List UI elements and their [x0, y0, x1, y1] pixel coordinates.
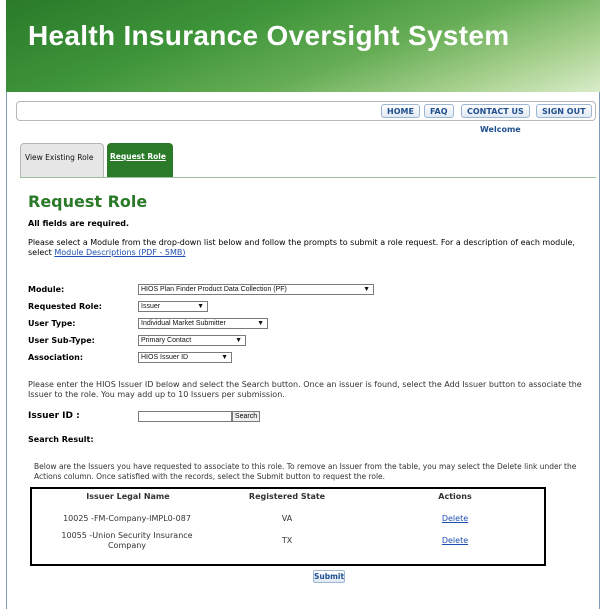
required-note: All fields are required.: [28, 219, 130, 228]
search-result-label: Search Result:: [28, 435, 94, 444]
user-sub-type-select[interactable]: Primary Contact ▼: [138, 335, 246, 346]
table-row-1-issuer-name: 10025 -FM-Company-IMPL0-087: [63, 514, 191, 523]
sign-out-button[interactable]: SIGN OUT: [536, 104, 592, 118]
association-label: Association:: [28, 353, 84, 362]
table-row-2-state: TX: [281, 536, 293, 545]
column-header-issuer-legal-name: Issuer Legal Name: [86, 492, 170, 501]
site-title: Health Insurance Oversight System: [28, 20, 510, 51]
submit-button[interactable]: Submit: [313, 570, 345, 583]
issuer-id-input[interactable]: [138, 411, 232, 422]
tab-request-role[interactable]: Request Role: [107, 143, 173, 177]
page-title: Request Role: [28, 192, 148, 211]
chevron-down-icon: ▼: [235, 337, 242, 344]
chevron-down-icon: ▼: [221, 354, 228, 361]
table-row-1-delete-link[interactable]: Delete: [425, 514, 485, 523]
contact-us-button[interactable]: CONTACT US: [461, 104, 530, 118]
user-type-select-value: Individual Market Submitter: [141, 320, 226, 327]
intro-text: Please select a Module from the drop-dow…: [28, 238, 598, 258]
column-header-actions: Actions: [438, 492, 472, 501]
requested-role-label: Requested Role:: [28, 302, 102, 311]
welcome-text: Welcome: [480, 125, 521, 134]
module-select-value: HIOS Plan Finder Product Data Collection…: [141, 286, 287, 293]
association-select-value: HIOS Issuer ID: [141, 354, 189, 361]
results-instructions: Below are the Issuers you have requested…: [34, 462, 577, 481]
requested-role-select[interactable]: Issuer ▼: [138, 301, 208, 312]
requested-role-select-value: Issuer: [141, 303, 161, 310]
issuer-id-label: Issuer ID :: [28, 411, 80, 421]
module-select[interactable]: HIOS Plan Finder Product Data Collection…: [138, 284, 374, 295]
column-header-registered-state: Registered State: [248, 492, 326, 501]
home-button[interactable]: HOME: [381, 104, 420, 118]
tab-divider: [20, 177, 596, 178]
user-sub-type-select-value: Primary Contact: [141, 337, 192, 344]
table-row-1-state: VA: [281, 514, 293, 523]
chevron-down-icon: ▼: [257, 320, 264, 327]
user-type-label: User Type:: [28, 319, 76, 328]
chevron-down-icon: ▼: [363, 286, 370, 293]
faq-button[interactable]: FAQ: [424, 104, 454, 118]
module-descriptions-link[interactable]: Module Descriptions (PDF - 5MB): [54, 248, 185, 257]
chevron-down-icon: ▼: [197, 303, 204, 310]
module-label: Module:: [28, 285, 65, 294]
association-select[interactable]: HIOS Issuer ID ▼: [138, 352, 232, 363]
search-button[interactable]: Search: [232, 411, 260, 422]
user-type-select[interactable]: Individual Market Submitter ▼: [138, 318, 268, 329]
issuer-instructions: Please enter the HIOS Issuer ID below an…: [28, 380, 582, 399]
tab-view-existing-role[interactable]: View Existing Role: [20, 143, 104, 177]
user-sub-type-label: User Sub-Type:: [28, 336, 95, 345]
table-row-2-issuer-name: 10055 -Union Security Insurance Company: [61, 531, 193, 550]
header-banner: Health Insurance Oversight System: [6, 0, 600, 92]
table-row-2-delete-link[interactable]: Delete: [425, 536, 485, 545]
